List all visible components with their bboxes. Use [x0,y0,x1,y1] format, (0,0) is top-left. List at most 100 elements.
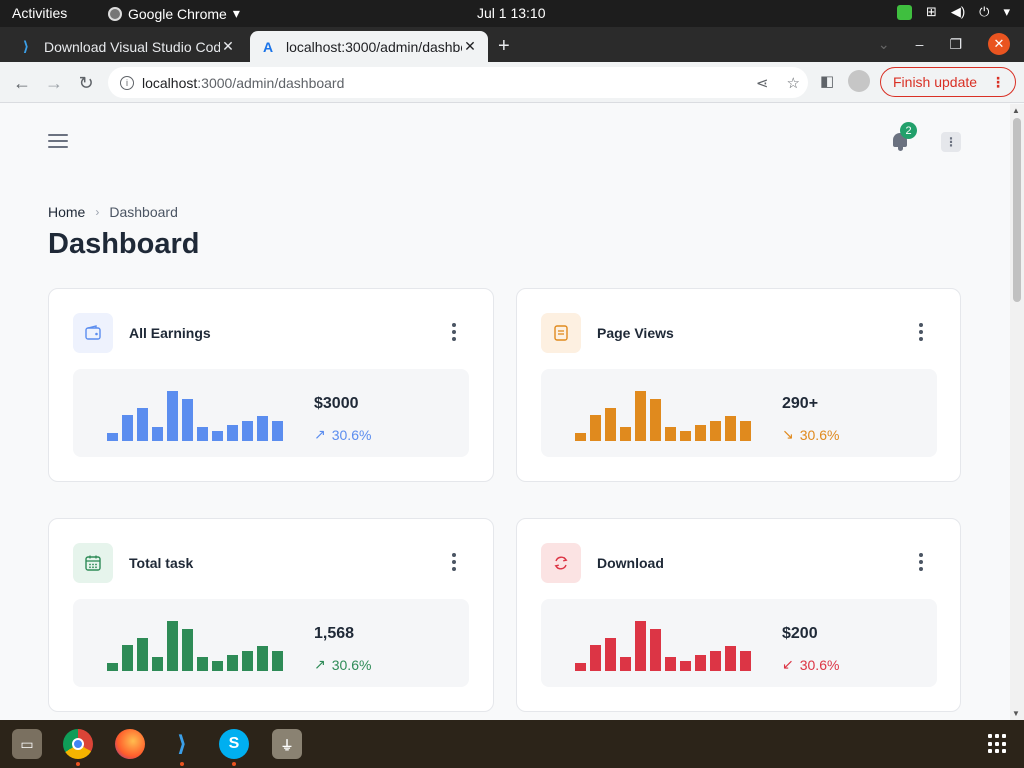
chart-bar [575,663,586,671]
power-icon[interactable]: ⏻ [979,4,989,20]
url-path: :3000/admin/dashboard [197,74,345,91]
activities-button[interactable]: Activities [12,5,67,21]
chart-bar [167,621,178,671]
volume-icon[interactable]: ◀) [951,4,965,20]
scrollbar-thumb[interactable] [1013,118,1021,302]
chart-bar [272,421,283,441]
chrome-app-icon[interactable] [63,729,93,759]
files-app-icon[interactable]: ▭ [12,729,42,759]
breadcrumb-home[interactable]: Home [48,204,85,220]
skype-app-icon[interactable]: S [219,729,249,759]
chart-bar [137,638,148,671]
chart-bar [665,427,676,441]
mini-bar-chart [107,621,287,671]
vscode-favicon-icon: ⟩ [22,38,30,54]
clock[interactable]: Jul 1 13:10 [477,5,546,21]
stat-card-total-task: Total task 1,568 ↗ 30.6% [48,518,494,712]
maximize-button[interactable]: ❐ [949,36,962,53]
reload-button[interactable]: ↻ [74,71,98,95]
share-icon[interactable]: ⋖ [756,74,769,92]
tab-search-icon[interactable]: ⌄ [878,36,890,53]
side-panel-icon[interactable]: ◧ [820,72,834,90]
dock: ▭ ⟩ S ⏚ [0,720,1024,768]
finish-update-button[interactable]: Finish update ⋮ [880,67,1016,97]
app-favicon-icon: A [262,38,274,55]
back-button[interactable]: ← [10,71,34,95]
vscode-app-icon[interactable]: ⟩ [167,729,197,759]
chevron-down-icon[interactable]: ▾ [1003,4,1010,20]
close-icon[interactable]: ✕ [220,38,236,55]
scroll-down-icon[interactable]: ▼ [1012,709,1020,718]
menu-toggle-icon[interactable] [48,134,68,148]
firefox-app-icon[interactable] [115,729,145,759]
chart-bar [212,661,223,671]
minimize-button[interactable]: – [916,36,924,52]
chart-bar [605,638,616,671]
card-title: All Earnings [129,325,211,341]
dashboard-page: 2 ⋮ Home › Dashboard Dashboard All Earni… [0,104,1010,720]
card-icon-box [73,543,113,583]
header-more-icon[interactable]: ⋮ [941,132,961,152]
card-icon-box [73,313,113,353]
system-top-bar: Activities Google Chrome ▾ Jul 1 13:10 ⊞… [0,0,1024,27]
notification-badge: 2 [900,122,917,139]
chart-bar [740,421,751,441]
card-change-value: 30.6% [331,426,372,443]
document-icon [554,325,568,341]
more-vert-icon[interactable]: ⋮ [991,74,1005,91]
notification-bell-icon[interactable]: 2 [890,122,917,152]
address-bar[interactable]: i localhost:3000/admin/dashboard ⋖ ☆ [108,67,808,98]
window-close-button[interactable]: ✕ [988,33,1010,55]
profile-avatar[interactable] [848,70,871,92]
chart-bar [167,391,178,441]
chart-bar [122,415,133,441]
close-icon[interactable]: ✕ [462,38,478,55]
chart-bar [635,621,646,671]
card-stat-panel: $3000 ↗ 30.6% [73,369,469,457]
tab-title: localhost:3000/admin/dashboard [286,38,462,55]
chart-bar [740,651,751,671]
page-scrollbar[interactable]: ▲ ▼ [1010,104,1024,720]
chart-bar [212,431,223,441]
new-tab-button[interactable]: + [498,35,510,58]
chart-bar [257,646,268,671]
finish-update-label: Finish update [893,74,978,90]
chart-bar [695,655,706,671]
chart-bar [242,421,253,441]
chart-bar [227,655,238,671]
chart-bar [680,661,691,671]
card-value: 1,568 [314,625,355,642]
network-icon[interactable]: ⊞ [926,4,937,20]
show-apps-icon[interactable] [988,734,1008,754]
bookmark-star-icon[interactable]: ☆ [787,74,800,92]
update-shield-icon[interactable] [896,4,912,20]
system-tray[interactable]: ⊞ ◀) ⏻ ▾ [896,4,1010,20]
breadcrumb: Home › Dashboard [48,204,178,220]
running-indicator [76,762,80,766]
card-more-icon[interactable] [451,323,457,341]
tab-dashboard[interactable]: A localhost:3000/admin/dashboard ✕ [250,31,488,62]
app-name: Google Chrome [128,5,227,22]
chart-bar [635,391,646,441]
scroll-up-icon[interactable]: ▲ [1012,106,1020,115]
tab-vscode-download[interactable]: ⟩ Download Visual Studio Code ✕ [8,31,246,62]
trend-down-icon: ↙ [782,656,794,672]
card-change: ↗ 30.6% [314,656,371,673]
chart-bar [182,629,193,671]
chart-bar [575,433,586,441]
card-value: $200 [782,625,818,642]
card-change: ↘ 30.6% [782,426,839,443]
card-more-icon[interactable] [918,553,924,571]
usb-drive-icon[interactable]: ⏚ [272,729,302,759]
mini-bar-chart [575,391,755,441]
app-menu[interactable]: Google Chrome ▾ [108,5,240,22]
site-info-icon[interactable]: i [120,75,134,90]
forward-button[interactable]: → [42,71,66,95]
card-change-value: 30.6% [331,656,372,673]
card-more-icon[interactable] [451,553,457,571]
chart-bar [122,645,133,671]
card-more-icon[interactable] [918,323,924,341]
stat-card-download: Download $200 ↙ 30.6% [516,518,961,712]
chart-bar [680,431,691,441]
browser-toolbar: ← → ↻ i localhost:3000/admin/dashboard ⋖… [0,62,1024,103]
